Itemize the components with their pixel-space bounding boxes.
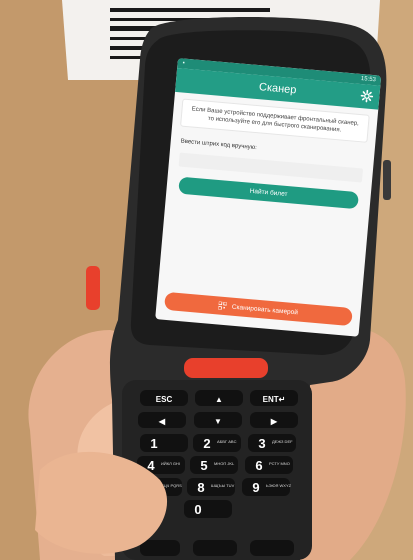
key-8-label: 8 <box>197 480 204 495</box>
key-6-label: 6 <box>255 458 262 473</box>
key-0-label: 0 <box>194 502 201 517</box>
key-down[interactable]: ▼ <box>214 417 222 426</box>
key-8-letters: ШЩЪЫ TUV <box>211 483 235 488</box>
key-1-label: 1 <box>150 436 157 451</box>
app-screen: ▪ 15:53 Сканер Если Ваше устройство подд… <box>155 58 382 337</box>
key-1[interactable] <box>140 434 188 452</box>
find-ticket-button[interactable]: Найти билет <box>178 176 359 210</box>
status-time: 15:53 <box>360 76 377 84</box>
key-0[interactable] <box>184 500 232 518</box>
scan-camera-label: Сканировать камерой <box>231 303 299 316</box>
key-3-letters: ДЕЖЗ DEF <box>272 439 293 444</box>
key-left[interactable]: ◀ <box>158 417 166 426</box>
key-right[interactable]: ▶ <box>270 417 278 426</box>
key-up[interactable]: ▲ <box>215 395 223 404</box>
key-9-letters: ЬЭЮЯ WXYZ <box>266 483 292 488</box>
key-3-label: 3 <box>258 436 265 451</box>
key-5-letters: МНОП JKL <box>214 461 235 466</box>
qr-icon <box>218 301 228 311</box>
key-4-letters: ИЙКЛ GHI <box>161 461 180 466</box>
notification-icon: ▪ <box>182 60 185 67</box>
gear-icon[interactable] <box>360 89 374 103</box>
key-2-letters: АБВГ ABC <box>217 439 237 444</box>
key-esc[interactable]: ESC <box>156 395 173 404</box>
side-button-right[interactable] <box>383 160 391 200</box>
side-trigger-button[interactable] <box>86 266 100 310</box>
key-9-label: 9 <box>252 480 259 495</box>
key-2-label: 2 <box>203 436 210 451</box>
key-6-letters: РСТУ MNO <box>269 461 290 466</box>
key-enter[interactable]: ENT↵ <box>263 395 286 404</box>
app-title: Сканер <box>258 81 297 97</box>
scan-trigger-button[interactable] <box>184 358 268 378</box>
key-5-label: 5 <box>200 458 207 473</box>
scan-camera-button[interactable]: Сканировать камерой <box>164 291 353 327</box>
